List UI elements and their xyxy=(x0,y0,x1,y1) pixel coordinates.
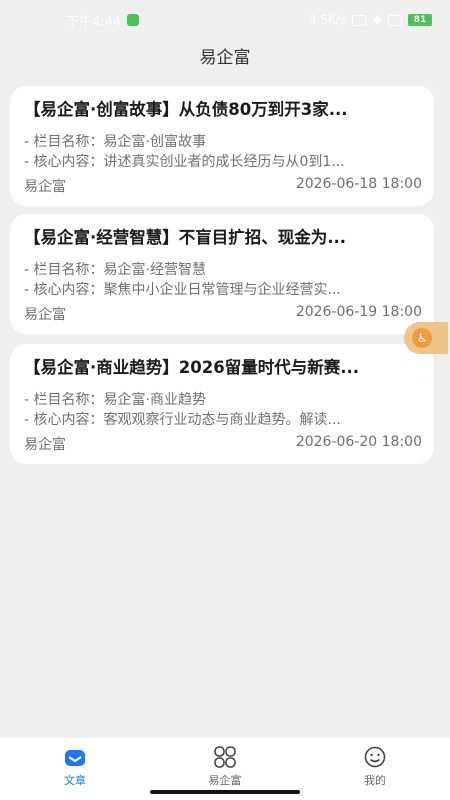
article-content-line: - 核心内容：讲述真实创业者的成长经历与从0到1... xyxy=(24,152,420,172)
accessibility-icon: ♿ xyxy=(412,328,432,348)
article-footer: 易企富 2026-06-19 18:00 xyxy=(24,304,422,324)
battery-icon: 81 xyxy=(408,14,432,26)
tab-label: 易企富 xyxy=(208,774,242,787)
article-column-line: - 栏目名称：易企富·经营智慧 xyxy=(24,260,420,280)
column-value: 易企富·经营智慧 xyxy=(103,262,206,278)
article-title: 【易企富·商业趋势】2026留量时代与新赛... xyxy=(24,358,359,377)
article-meta: - 栏目名称：易企富·创富故事 - 核心内容：讲述真实创业者的成长经历与从0到1… xyxy=(24,132,420,172)
wifi-icon xyxy=(388,14,402,26)
article-title: 【易企富·创富故事】从负债80万到开3家... xyxy=(24,100,348,119)
column-value: 易企富·商业趋势 xyxy=(103,392,206,408)
article-meta: - 栏目名称：易企富·商业趋势 - 核心内容：客观观察行业动态与商业趋势。解读.… xyxy=(24,390,420,430)
article-meta: - 栏目名称：易企富·经营智慧 - 核心内容：聚焦中小企业日常管理与企业经营实.… xyxy=(24,260,420,300)
article-footer: 易企富 2026-06-18 18:00 xyxy=(24,176,422,196)
content-value: 客观观察行业动态与商业趋势。解读... xyxy=(103,412,341,428)
status-time: 下午4:44 xyxy=(66,14,122,30)
article-card-1[interactable]: 【易企富·创富故事】从负债80万到开3家... - 栏目名称：易企富·创富故事 … xyxy=(10,86,434,206)
home-indicator[interactable] xyxy=(150,790,300,794)
article-date: 2026-06-18 18:00 xyxy=(295,176,422,192)
tab-profile[interactable]: 我的 xyxy=(325,746,425,788)
status-bar: 下午4:44 3.5K/s ✱ 81 xyxy=(0,0,450,40)
article-card-3[interactable]: 【易企富·商业趋势】2026留量时代与新赛... - 栏目名称：易企富·商业趋势… xyxy=(10,344,434,464)
content-value: 讲述真实创业者的成长经历与从0到1... xyxy=(103,154,345,170)
article-title: 【易企富·经营智慧】不盲目扩招、现金为... xyxy=(24,228,347,247)
network-speed: 3.5K/s xyxy=(308,13,346,27)
tab-label: 文章 xyxy=(64,774,86,787)
column-label: - 栏目名称： xyxy=(24,134,104,150)
column-label: - 栏目名称： xyxy=(24,392,104,408)
content-label: - 核心内容： xyxy=(24,412,104,428)
article-footer: 易企富 2026-06-20 18:00 xyxy=(24,434,422,454)
floating-assist-button[interactable]: ♿ xyxy=(404,322,448,354)
article-author: 易企富 xyxy=(24,307,66,323)
content-label: - 核心内容： xyxy=(24,154,104,170)
article-author: 易企富 xyxy=(24,179,66,195)
tab-articles[interactable]: 文章 xyxy=(25,746,125,788)
article-author: 易企富 xyxy=(24,437,66,453)
article-column-line: - 栏目名称：易企富·创富故事 xyxy=(24,132,420,152)
column-label: - 栏目名称： xyxy=(24,262,104,278)
page-title: 易企富 xyxy=(199,48,251,68)
article-column-line: - 栏目名称：易企富·商业趋势 xyxy=(24,390,420,410)
bluetooth-icon: ✱ xyxy=(371,13,382,27)
article-date: 2026-06-20 18:00 xyxy=(295,434,422,450)
tab-label: 我的 xyxy=(364,774,386,787)
sim-icon xyxy=(351,14,366,26)
tab-yiqifu[interactable]: 易企富 xyxy=(175,746,275,788)
wechat-notification-icon xyxy=(127,14,140,26)
article-date: 2026-06-19 18:00 xyxy=(295,304,422,320)
content-value: 聚焦中小企业日常管理与企业经营实... xyxy=(103,282,341,298)
article-card-2[interactable]: 【易企富·经营智慧】不盲目扩招、现金为... - 栏目名称：易企富·经营智慧 -… xyxy=(10,214,434,334)
article-content-line: - 核心内容：客观观察行业动态与商业趋势。解读... xyxy=(24,410,420,430)
content-label: - 核心内容： xyxy=(24,282,104,298)
column-value: 易企富·创富故事 xyxy=(103,134,206,150)
article-content-line: - 核心内容：聚焦中小企业日常管理与企业经营实... xyxy=(24,280,420,300)
smile-icon xyxy=(364,746,386,768)
screen: 下午4:44 3.5K/s ✱ 81 易企富 【易企富·创富故事】从负债80万到… xyxy=(0,0,450,800)
article-icon xyxy=(65,750,85,766)
grid-icon xyxy=(214,746,236,768)
